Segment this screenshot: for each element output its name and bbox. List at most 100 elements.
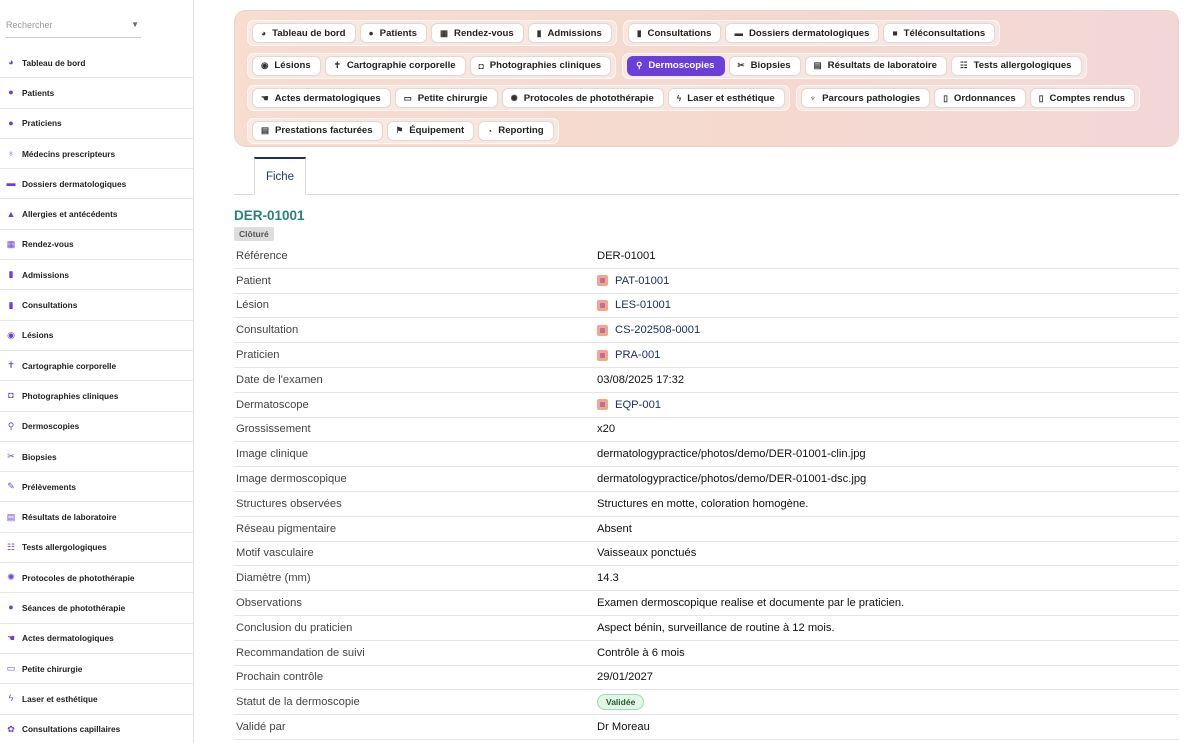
nav-button-equipement[interactable]: ⚑ Équipement: [386, 120, 475, 141]
nav-button-label: Protocoles de photothérapie: [523, 92, 654, 104]
sidebar-item-rendez-vous[interactable]: ▦ Rendez-vous: [0, 230, 193, 261]
sidebar-item-petite-chirurgie[interactable]: ▭ Petite chirurgie: [0, 654, 193, 685]
nav-button-comptes-rendus[interactable]: ▯ Comptes rendus: [1029, 88, 1136, 109]
folder-icon: ▬: [734, 28, 743, 39]
nav-button-tests-allergologiques[interactable]: ☷ Tests allergologiques: [950, 55, 1082, 76]
record-link[interactable]: PRA-001: [615, 349, 660, 361]
nav-button-rendez-vous[interactable]: ▦ Rendez-vous: [431, 23, 524, 44]
nav-button-biopsies[interactable]: ✂ Biopsies: [728, 55, 801, 76]
sidebar-item-prelevements[interactable]: ✎ Prélèvements: [0, 472, 193, 503]
nav-button-actes-dermatologiques[interactable]: ☚ Actes dermatologiques: [252, 88, 391, 109]
nav-button-protocoles-de-phototherapie[interactable]: ✺ Protocoles de photothérapie: [501, 88, 664, 109]
body-icon: ✝: [333, 60, 341, 71]
sidebar-item-dossiers-dermatologiques[interactable]: ▬ Dossiers dermatologiques: [0, 169, 193, 200]
search-input[interactable]: [6, 14, 141, 36]
nav-button-laser-et-esthetique[interactable]: ϟ Laser et esthétique: [667, 88, 785, 109]
bed-icon: ▭: [6, 663, 16, 674]
main-content: ◕ Tableau de bord ● Patients ▦ Rendez-vous ▮ Ad…: [194, 0, 1200, 743]
sidebar-item-protocoles-de-phototherapie[interactable]: ✺ Protocoles de photothérapie: [0, 563, 193, 594]
nav-button-prestations-facturees[interactable]: ▤ Prestations facturées: [252, 120, 383, 141]
nav-button-parcours-pathologies[interactable]: ♆ Parcours pathologies: [800, 88, 931, 109]
sidebar-item-photographies-cliniques[interactable]: ◘ Photographies cliniques: [0, 381, 193, 412]
record-link-icon[interactable]: [597, 299, 608, 311]
detail-row-consultation: Consultation CS-202508-0001: [234, 318, 1179, 344]
sidebar-item-consultations-capillaires[interactable]: ✿ Consultations capillaires: [0, 715, 193, 743]
sidebar-item-admissions[interactable]: ▮ Admissions: [0, 260, 193, 291]
sidebar-item-tableau-de-bord[interactable]: ◕ Tableau de bord: [0, 48, 193, 79]
search-box[interactable]: ▼: [6, 14, 141, 38]
sidebar-item-lesions[interactable]: ◉ Lésions: [0, 321, 193, 351]
nav-button-tableau-de-bord[interactable]: ◕ Tableau de bord: [252, 23, 356, 44]
nav-row: ▤ Prestations facturées ⚑ Équipement ◔ Report…: [247, 115, 1168, 148]
field-value: 29/01/2027: [597, 671, 653, 683]
nav-button-label: Petite chirurgie: [417, 92, 488, 104]
record-link-icon[interactable]: [597, 324, 608, 336]
sidebar-item-cartographie-corporelle[interactable]: ✝ Cartographie corporelle: [0, 351, 193, 382]
field-label: Grossissement: [236, 423, 311, 436]
nav-button-petite-chirurgie[interactable]: ▭ Petite chirurgie: [394, 88, 498, 109]
nav-button-label: Laser et esthétique: [687, 92, 775, 104]
document-icon: ▯: [1038, 92, 1044, 103]
field-label: Image dermoscopique: [236, 473, 347, 486]
chevron-down-icon[interactable]: ▼: [131, 20, 139, 29]
field-value-text: 29/01/2027: [597, 671, 653, 684]
sidebar-item-patients[interactable]: ● Patients: [0, 78, 193, 109]
record-title: DER-01001: [234, 208, 305, 223]
field-value: x20: [597, 423, 615, 435]
field-label: Validé par: [236, 721, 286, 734]
nav-button-teleconsultations[interactable]: ■ Téléconsultations: [883, 23, 996, 44]
record-link[interactable]: LES-01001: [615, 299, 671, 311]
nav-button-label: Actes dermatologiques: [274, 92, 381, 104]
record-link-icon[interactable]: [597, 275, 608, 287]
nav-button-resultats-de-laboratoire[interactable]: ▤ Résultats de laboratoire: [804, 55, 947, 76]
record-link-icon[interactable]: [597, 349, 608, 361]
nav-button-photographies-cliniques[interactable]: ◘ Photographies cliniques: [469, 55, 612, 76]
sidebar-item-tests-allergologiques[interactable]: ☷ Tests allergologiques: [0, 533, 193, 564]
tab-fiche[interactable]: Fiche: [254, 157, 306, 195]
nav-button-cartographie-corporelle[interactable]: ✝ Cartographie corporelle: [324, 55, 466, 76]
field-label: Réseau pigmentaire: [236, 522, 337, 535]
record-link-icon[interactable]: [597, 399, 608, 411]
nav-button-label: Parcours pathologies: [822, 92, 921, 104]
folder-icon: ▬: [6, 178, 16, 189]
nav-button-consultations[interactable]: ▮ Consultations: [627, 23, 722, 44]
dashboard-icon: ◕: [8, 57, 14, 68]
record-link[interactable]: CS-202508-0001: [615, 324, 700, 336]
nav-button-label: Admissions: [547, 27, 602, 39]
nav-button-patients[interactable]: ● Patients: [359, 23, 427, 44]
field-value-text: x20: [597, 423, 616, 436]
nav-button-dermoscopies[interactable]: ⚲ Dermoscopies: [627, 55, 725, 76]
nav-button-reporting[interactable]: ◔ Reporting: [478, 120, 554, 141]
field-value: 14.3: [597, 572, 619, 584]
nav-button-label: Biopsies: [750, 60, 791, 72]
nav-button-lesions[interactable]: ◉ Lésions: [252, 55, 321, 76]
bolt-icon: ϟ: [8, 693, 14, 704]
sidebar-item-biopsies[interactable]: ✂ Biopsies: [0, 442, 193, 473]
sidebar-item-medecins-prescripteurs[interactable]: ♁ Médecins prescripteurs: [0, 139, 193, 170]
nav-group: ◕ Tableau de bord ● Patients ▦ Rendez-vous ▮ Ad…: [247, 20, 617, 47]
sidebar-item-allergies-et-antecedents[interactable]: ▲ Allergies et antécédents: [0, 199, 193, 230]
sidebar-item-actes-dermatologiques[interactable]: ☚ Actes dermatologiques: [0, 624, 193, 654]
sidebar-item-praticiens[interactable]: ● Praticiens: [0, 109, 193, 139]
field-value: DER-01001: [597, 250, 655, 262]
field-label: Recommandation de suivi: [236, 646, 365, 659]
sidebar-item-consultations[interactable]: ▮ Consultations: [0, 290, 193, 321]
bed-icon: ▭: [403, 92, 412, 103]
field-value-text: Structures en motte, coloration homogène…: [597, 497, 809, 510]
record-link[interactable]: PAT-01001: [615, 275, 669, 287]
nav-button-admissions[interactable]: ▮ Admissions: [527, 23, 612, 44]
bolt-icon: ϟ: [676, 93, 682, 104]
field-value: Examen dermoscopique realise et document…: [597, 597, 904, 609]
sidebar-item-seances-de-phototherapie[interactable]: ● Séances de photothérapie: [0, 593, 193, 624]
camera-icon: ◘: [8, 390, 14, 401]
nav-button-dossiers-dermatologiques[interactable]: ▬ Dossiers dermatologiques: [725, 23, 880, 44]
sidebar-item-label: Séances de photothérapie: [22, 602, 126, 613]
record-link[interactable]: EQP-001: [615, 399, 661, 411]
sidebar-item-laser-et-esthetique[interactable]: ϟ Laser et esthétique: [0, 684, 193, 715]
field-value: CS-202508-0001: [597, 324, 700, 336]
sidebar-item-label: Actes dermatologiques: [22, 633, 114, 644]
sidebar-item-dermoscopies[interactable]: ⚲ Dermoscopies: [0, 412, 193, 442]
sidebar-item-resultats-de-laboratoire[interactable]: ▤ Résultats de laboratoire: [0, 502, 193, 533]
field-label: Diamètre (mm): [236, 572, 311, 585]
nav-button-ordonnances[interactable]: ▯ Ordonnances: [934, 88, 1026, 109]
